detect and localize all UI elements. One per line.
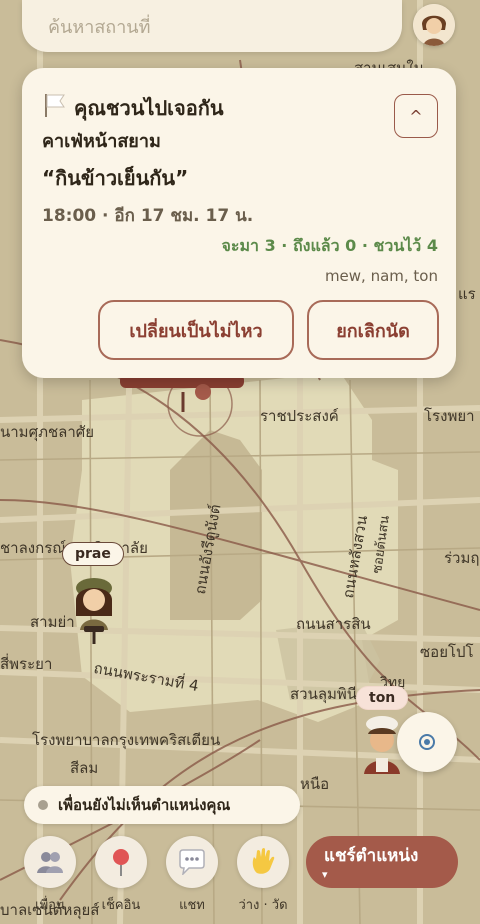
wave-icon xyxy=(252,848,275,874)
flag-icon xyxy=(45,94,65,117)
map-label-silom: สีลม xyxy=(70,759,99,777)
map-label-rae: แร xyxy=(458,285,476,303)
rsvp-status: จะมา 3 · ถึงแล้ว 0 · ชวนไว้ 4 xyxy=(221,236,438,255)
meetup-card: คุณชวนไปเจอกัน คาเฟ่หน้าสยาม “กินข้าวเย็… xyxy=(22,68,456,378)
share-location-button[interactable]: แชร์ตำแหน่ง ▾ xyxy=(306,836,458,888)
map-label-ramat: ร่วมฤ xyxy=(444,549,480,567)
chat-button[interactable] xyxy=(166,836,218,888)
inviter-text: คุณชวนไปเจอกัน xyxy=(74,96,224,120)
checkin-label: เช็คอิน xyxy=(101,898,141,913)
map-label-sarasin: ถนนสารสิน xyxy=(296,615,371,633)
cancel-meetup-button[interactable]: ยกเลิกนัด xyxy=(307,300,439,360)
free-status-button[interactable] xyxy=(237,836,289,888)
map-label-nuea: หนือ xyxy=(300,775,330,793)
change-to-cant-make-it-button[interactable]: เปลี่ยนเป็นไม่ไหว xyxy=(98,300,294,360)
map-label-srimpraya: สี่พระยา xyxy=(0,655,53,673)
locate-icon xyxy=(419,734,435,750)
meetup-message: “กินข้าวเย็นกัน” xyxy=(42,166,189,190)
recenter-button[interactable] xyxy=(397,712,457,772)
map-label-soipolo: ซอยโปโ xyxy=(420,643,474,661)
search-input[interactable]: ค้นหาสถานที่ xyxy=(22,0,402,52)
map-label-namsat: นามศุภชลาศัย xyxy=(0,423,95,441)
map-label-hospital-right: โรงพยา xyxy=(424,407,475,425)
user-avatar[interactable] xyxy=(413,4,455,46)
chat-label: แชท xyxy=(179,898,205,913)
chevron-down-icon: ▾ xyxy=(322,868,328,881)
map-label-hospital-christian: โรงพยาบาลกรุงเทพคริสเตียน xyxy=(32,731,221,749)
meetup-time: 18:00 · อีก 17 ชม. 17 น. xyxy=(42,206,254,226)
collapse-button[interactable]: ^ xyxy=(394,94,438,138)
search-placeholder: ค้นหาสถานที่ xyxy=(48,16,151,38)
share-location-label: แชร์ตำแหน่ง xyxy=(324,846,419,866)
friend-tag-prae: prae xyxy=(62,542,124,566)
pin-icon xyxy=(113,849,129,876)
friend-tag-ton: ton xyxy=(356,686,409,710)
friends-icon xyxy=(37,852,63,873)
attendee-names: mew, nam, ton xyxy=(324,267,438,285)
chat-icon xyxy=(179,849,205,875)
map-label-lumpini: สวนลุมพินี xyxy=(290,685,358,703)
notice-text: เพื่อนยังไม่เห็นตำแหน่งคุณ xyxy=(58,796,231,814)
checkin-button[interactable] xyxy=(95,836,147,888)
friends-button[interactable] xyxy=(24,836,76,888)
friend-avatar-prae[interactable] xyxy=(68,570,120,646)
location-notice: เพื่อนยังไม่เห็นตำแหน่งคุณ xyxy=(24,786,300,824)
place-name: คาเฟ่หน้าสยาม xyxy=(42,131,161,152)
free-status-label: ว่าง · วัด xyxy=(238,898,288,913)
friends-label: เพื่อน xyxy=(35,898,65,913)
status-dot xyxy=(38,800,48,810)
map-label-ratchaprasong: ราชประสงค์ xyxy=(260,407,339,425)
